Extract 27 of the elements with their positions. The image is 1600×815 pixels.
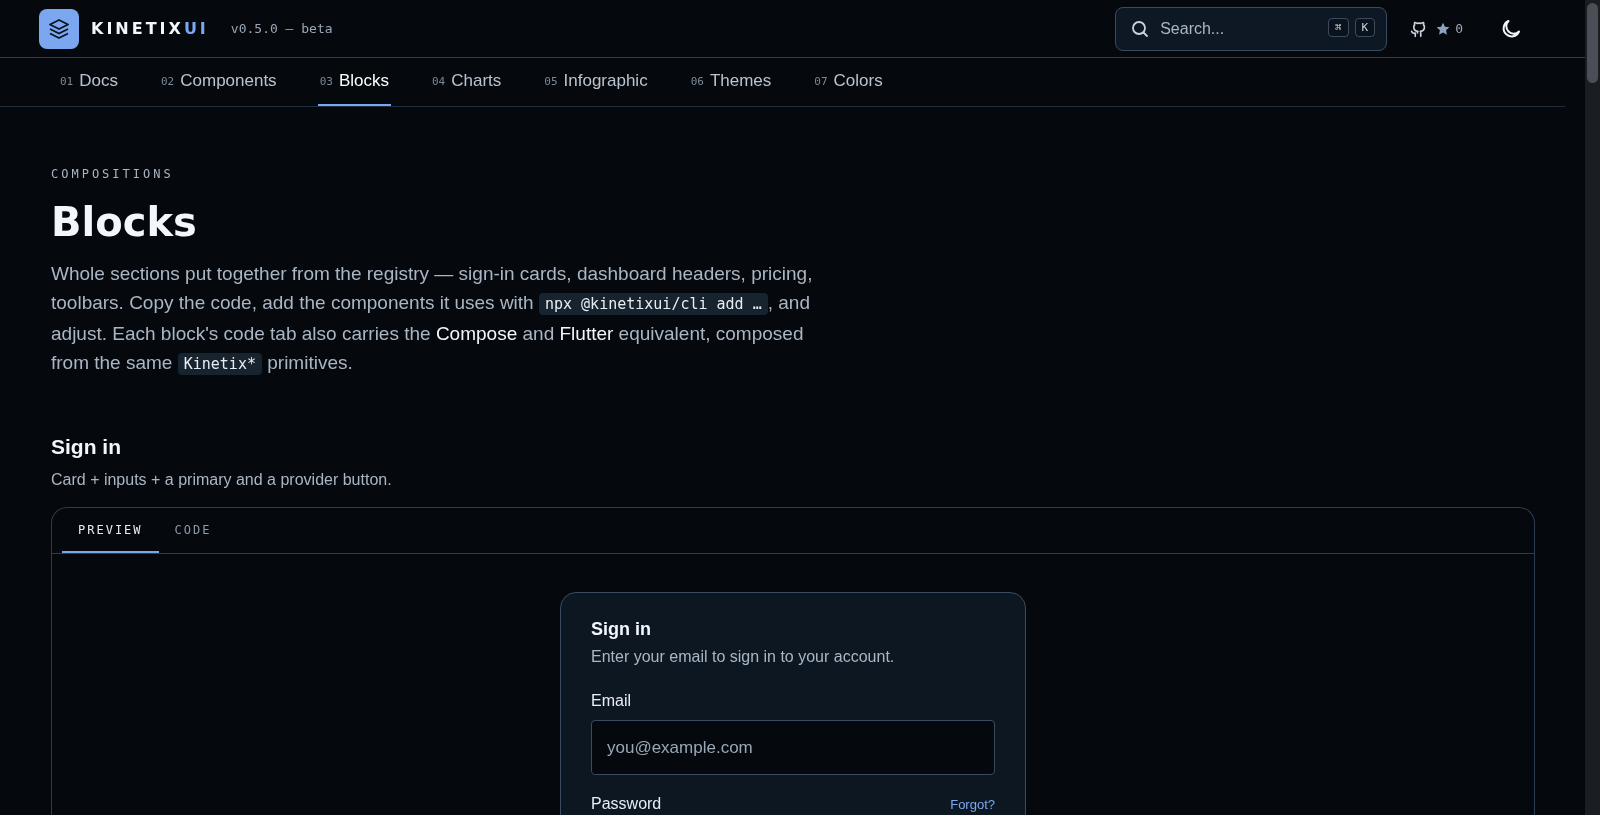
panel-tab[interactable]: PREVIEW (62, 508, 159, 553)
section-description: Card + inputs + a primary and a provider button. (51, 471, 393, 489)
nav-tab[interactable]: 01 Docs (58, 58, 120, 106)
email-input[interactable]: you@example.com (591, 720, 995, 775)
search-icon (1130, 18, 1151, 39)
card-title: Sign in (591, 619, 652, 640)
scrollbar[interactable] (1585, 0, 1600, 815)
star-count: 0 (1455, 21, 1463, 36)
nav-tab[interactable]: 05 Infographic (542, 58, 650, 106)
nav-tab[interactable]: 02 Components (159, 58, 279, 106)
forgot-link[interactable]: Forgot? (950, 797, 995, 812)
version-label: v0.5.0 — beta (230, 21, 333, 36)
field-label: Password (591, 795, 662, 813)
card-subtitle: Enter your email to sign in to your account. (591, 648, 896, 666)
nav-tab[interactable]: 03 Blocks (317, 58, 391, 106)
intro-paragraph: Whole sections put together from the registry — sign-in cards, dashboard headers, pricing, toolbars. Copy the code, add the components it uses with npx @kinetixui/cli add … , and adjust. Each block's code tab also carries the Compose and Flutter equivalent, composed from the same Kinetix* primitives. (51, 262, 814, 377)
page-title: Blocks (51, 199, 198, 245)
panel-tab[interactable]: CODE (158, 508, 228, 553)
nav-tab[interactable]: 06 Themes (688, 58, 774, 106)
section-title: Sign in (51, 435, 122, 459)
layers-logo-icon[interactable] (39, 8, 79, 49)
brand-name[interactable]: KINETIX UI (91, 19, 209, 38)
field-label: Email (591, 692, 631, 710)
scrollbar-thumb[interactable] (1587, 3, 1598, 83)
eyebrow-label: COMPOSITIONS (51, 167, 175, 181)
nav-tab[interactable]: 07 Colors (812, 58, 885, 106)
nav-tab[interactable]: 04 Charts (429, 58, 504, 106)
